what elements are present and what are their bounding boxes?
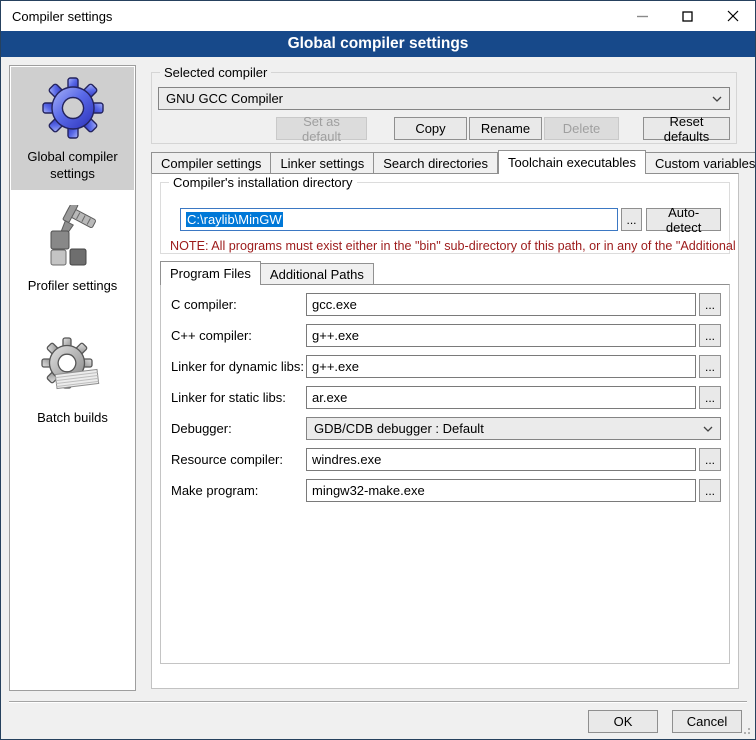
static-linker-input[interactable] — [306, 386, 696, 409]
subtab-program-files[interactable]: Program Files — [160, 261, 261, 285]
sidebar-item-profiler-settings[interactable]: Profiler settings — [10, 196, 135, 302]
blue-gear-icon — [41, 76, 105, 140]
field-label: Make program: — [171, 483, 306, 498]
tab-toolchain-executables[interactable]: Toolchain executables — [498, 150, 646, 174]
rename-button[interactable]: Rename — [469, 117, 542, 140]
sidebar-item-label: Profiler settings — [28, 277, 118, 294]
browse-directory-button[interactable]: ... — [621, 208, 643, 231]
settings-tabstrip: Compiler settings Linker settings Search… — [151, 149, 739, 173]
titlebar[interactable]: Compiler settings — [1, 1, 755, 31]
cpp-compiler-input[interactable] — [306, 324, 696, 347]
subtab-additional-paths[interactable]: Additional Paths — [261, 263, 374, 284]
field-label: C compiler: — [171, 297, 306, 312]
installation-directory-group: Compiler's installation directory C:\ray… — [160, 182, 730, 254]
make-program-row: Make program: ... — [171, 479, 721, 502]
dynamic-linker-input[interactable] — [306, 355, 696, 378]
field-label: Debugger: — [171, 421, 306, 436]
program-files-page: C compiler: ... C++ compiler: ... Linker… — [160, 284, 730, 664]
window-title: Compiler settings — [1, 9, 112, 24]
compiler-select-value: GNU GCC Compiler — [166, 91, 283, 106]
dialog-banner: Global compiler settings — [1, 31, 755, 57]
toolchain-executables-page: Compiler's installation directory C:\ray… — [151, 173, 739, 689]
selected-compiler-group: Selected compiler GNU GCC Compiler Set a… — [151, 72, 737, 144]
sidebar-item-label: Batch builds — [37, 409, 108, 426]
bin-subdirectory-note: NOTE: All programs must exist either in … — [170, 239, 736, 253]
group-label: Compiler's installation directory — [169, 175, 357, 190]
resource-compiler-input[interactable] — [306, 448, 696, 471]
installation-directory-input[interactable]: C:\raylib\MinGW — [180, 208, 618, 231]
banner-title: Global compiler settings — [288, 35, 469, 53]
cancel-button[interactable]: Cancel — [672, 710, 742, 733]
ok-button[interactable]: OK — [588, 710, 658, 733]
tab-custom-variables[interactable]: Custom variables — [646, 152, 756, 173]
debugger-row: Debugger: GDB/CDB debugger : Default — [171, 417, 721, 440]
main-panel: Selected compiler GNU GCC Compiler Set a… — [151, 65, 739, 144]
batch-builds-icon — [41, 337, 105, 401]
resize-grip[interactable] — [741, 725, 751, 735]
cpp-compiler-row: C++ compiler: ... — [171, 324, 721, 347]
close-icon — [727, 10, 739, 22]
profiler-caliper-icon — [41, 205, 105, 269]
maximize-icon — [682, 11, 693, 22]
dynamic-linker-browse-button[interactable]: ... — [699, 355, 721, 378]
sidebar-item-global-compiler-settings[interactable]: Global compiler settings — [11, 67, 134, 190]
copy-button[interactable]: Copy — [394, 117, 467, 140]
c-compiler-browse-button[interactable]: ... — [699, 293, 721, 316]
chevron-down-icon — [703, 426, 713, 432]
field-label: Linker for dynamic libs: — [171, 359, 306, 374]
auto-detect-button[interactable]: Auto-detect — [646, 208, 721, 231]
selected-path-text: C:\raylib\MinGW — [186, 212, 283, 227]
debugger-select[interactable]: GDB/CDB debugger : Default — [306, 417, 721, 440]
make-program-input[interactable] — [306, 479, 696, 502]
footer-divider — [9, 701, 747, 703]
set-as-default-button[interactable]: Set as default — [276, 117, 367, 140]
tab-linker-settings[interactable]: Linker settings — [271, 152, 374, 173]
field-label: Linker for static libs: — [171, 390, 306, 405]
reset-defaults-button[interactable]: Reset defaults — [643, 117, 730, 140]
settings-category-list: Global compiler settings Profiler settin… — [9, 65, 136, 691]
debugger-select-value: GDB/CDB debugger : Default — [314, 421, 484, 436]
chevron-down-icon — [712, 96, 722, 102]
executables-subnotebook: Program Files Additional Paths C compile… — [160, 260, 730, 664]
field-label: C++ compiler: — [171, 328, 306, 343]
caption-buttons — [620, 1, 755, 31]
minimize-button[interactable] — [620, 1, 665, 31]
cpp-compiler-browse-button[interactable]: ... — [699, 324, 721, 347]
tab-search-directories[interactable]: Search directories — [374, 152, 498, 173]
minimize-icon — [637, 11, 648, 22]
delete-button[interactable]: Delete — [544, 117, 619, 140]
compiler-buttons-row: Set as default Copy Rename Delete Reset … — [158, 117, 730, 140]
compiler-select[interactable]: GNU GCC Compiler — [158, 87, 730, 110]
sidebar-item-label: Global compiler settings — [13, 148, 132, 182]
static-linker-row: Linker for static libs: ... — [171, 386, 721, 409]
group-label: Selected compiler — [160, 65, 271, 80]
resource-compiler-row: Resource compiler: ... — [171, 448, 721, 471]
close-button[interactable] — [710, 1, 755, 31]
tab-compiler-settings[interactable]: Compiler settings — [151, 152, 271, 173]
installation-directory-row: C:\raylib\MinGW ... Auto-detect — [180, 208, 721, 231]
field-label: Resource compiler: — [171, 452, 306, 467]
executables-subtabstrip: Program Files Additional Paths — [160, 260, 730, 284]
compiler-settings-dialog: Compiler settings Global compiler settin… — [0, 0, 756, 740]
maximize-button[interactable] — [665, 1, 710, 31]
resource-compiler-browse-button[interactable]: ... — [699, 448, 721, 471]
static-linker-browse-button[interactable]: ... — [699, 386, 721, 409]
c-compiler-input[interactable] — [306, 293, 696, 316]
make-program-browse-button[interactable]: ... — [699, 479, 721, 502]
dynamic-linker-row: Linker for dynamic libs: ... — [171, 355, 721, 378]
sidebar-item-batch-builds[interactable]: Batch builds — [10, 328, 135, 434]
c-compiler-row: C compiler: ... — [171, 293, 721, 316]
